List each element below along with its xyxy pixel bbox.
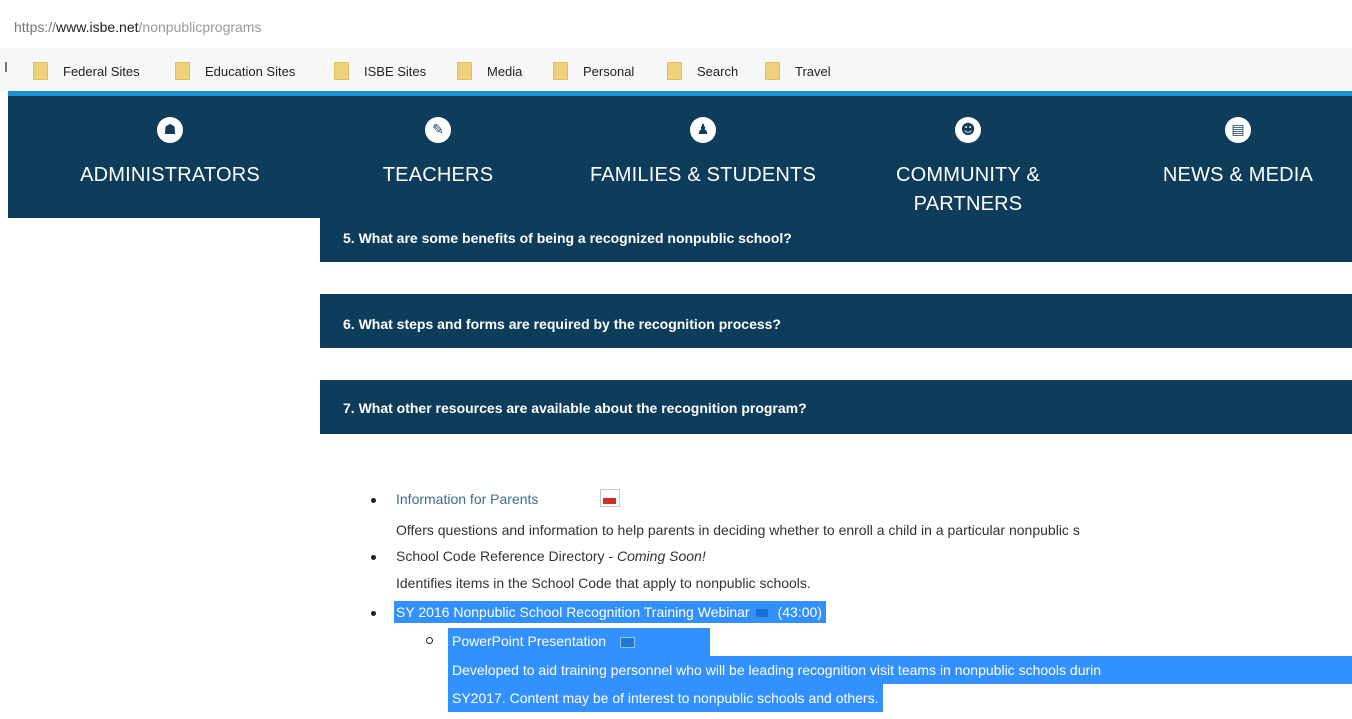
- folder-icon: [334, 62, 349, 80]
- faq-question-7[interactable]: 7. What other resources are available ab…: [320, 380, 1352, 434]
- url-path: /nonpublicprograms: [138, 19, 262, 35]
- webinar-link[interactable]: SY 2016 Nonpublic School Recognition Tra…: [396, 604, 750, 620]
- nav-community-partners[interactable]: ☻ COMMUNITY & PARTNERS: [868, 96, 1068, 218]
- school-code-directory-item: School Code Reference Directory - Coming…: [396, 548, 706, 564]
- address-bar[interactable]: https://www.isbe.net/nonpublicprograms: [0, 0, 1352, 49]
- list-bullet: [371, 498, 376, 503]
- folder-icon: [553, 62, 568, 80]
- bookmark-personal[interactable]: Personal: [553, 61, 634, 81]
- newspaper-icon: ▤: [1225, 117, 1251, 143]
- nav-label: ADMINISTRATORS: [80, 164, 260, 186]
- webinar-item: SY 2016 Nonpublic School Recognition Tra…: [394, 601, 826, 623]
- folder-icon: [33, 62, 48, 80]
- bookmark-label: Education Sites: [205, 63, 296, 79]
- bookmark-education-sites[interactable]: Education Sites: [175, 61, 295, 81]
- bookmark-label: Federal Sites: [63, 63, 140, 79]
- group-icon: ☻: [955, 117, 981, 143]
- nav-label: TEACHERS: [382, 164, 494, 186]
- information-for-parents-link[interactable]: Information for Parents: [396, 491, 538, 507]
- nav-teachers[interactable]: ✎ TEACHERS: [348, 96, 528, 218]
- faq-question-5[interactable]: 5. What are some benefits of being a rec…: [320, 218, 1352, 262]
- bookmark-federal-sites[interactable]: Federal Sites: [33, 61, 140, 81]
- family-icon: ♟: [690, 117, 716, 143]
- bookmark-label: Personal: [583, 63, 635, 79]
- nav-label: FAMILIES & STUDENTS: [589, 164, 817, 186]
- resource-description: SY2017. Content may be of interest to no…: [448, 684, 883, 712]
- url-host: www.isbe.net: [56, 19, 139, 35]
- bookmark-isbe-sites[interactable]: ISBE Sites: [334, 61, 426, 81]
- folder-icon: [765, 62, 780, 80]
- folder-icon: [457, 62, 472, 80]
- resource-description: Identifies items in the School Code that…: [396, 575, 811, 591]
- folder-icon: [667, 62, 682, 80]
- bookmark-travel[interactable]: Travel: [765, 61, 831, 81]
- folder-icon: [175, 62, 190, 80]
- faq-question-text: 7. What other resources are available ab…: [343, 400, 807, 416]
- powerpoint-icon: [620, 636, 636, 648]
- resource-description: Developed to aid training personnel who …: [448, 656, 1352, 684]
- nav-label: NEWS & MEDIA: [1162, 164, 1314, 186]
- bookmark-search[interactable]: Search: [667, 61, 738, 81]
- nav-families-students[interactable]: ♟ FAMILIES & STUDENTS: [578, 96, 828, 218]
- powerpoint-link[interactable]: PowerPoint Presentation: [452, 633, 606, 649]
- bookmark-label: ISBE Sites: [364, 63, 427, 79]
- nav-label-line1: COMMUNITY &: [895, 164, 1041, 186]
- nav-label-line2: PARTNERS: [913, 193, 1023, 215]
- list-bullet: [371, 555, 376, 560]
- powerpoint-item: PowerPoint Presentation: [448, 628, 710, 656]
- nav-administrators[interactable]: ☗ ADMINISTRATORS: [60, 96, 280, 218]
- faq-question-text: 6. What steps and forms are required by …: [343, 316, 781, 332]
- faq-question-text: 5. What are some benefits of being a rec…: [343, 230, 792, 246]
- bookmark-label: Travel: [795, 63, 831, 79]
- video-icon: [755, 609, 768, 618]
- user-icon: ☗: [157, 117, 183, 143]
- bookmarks-overflow-edge: [5, 62, 7, 72]
- pdf-icon: [600, 489, 620, 507]
- bookmark-label: Search: [697, 63, 739, 79]
- webinar-duration: (43:00): [777, 604, 822, 620]
- nav-news-media[interactable]: ▤ NEWS & MEDIA: [1138, 96, 1338, 218]
- resource-title: School Code Reference Directory -: [396, 548, 617, 564]
- site-nav: ☗ ADMINISTRATORS ✎ TEACHERS ♟ FAMILIES &…: [8, 96, 1352, 218]
- list-bullet: [371, 611, 376, 616]
- url-text[interactable]: https://www.isbe.net/nonpublicprograms: [14, 19, 261, 35]
- coming-soon-note: Coming Soon!: [617, 548, 706, 564]
- teacher-icon: ✎: [425, 117, 451, 143]
- resource-description: Offers questions and information to help…: [396, 522, 1080, 538]
- bookmark-label: Media: [487, 63, 523, 79]
- faq-question-6[interactable]: 6. What steps and forms are required by …: [320, 294, 1352, 348]
- url-scheme: https://: [14, 19, 57, 35]
- bookmark-media[interactable]: Media: [457, 61, 522, 81]
- sub-list-bullet: [426, 637, 433, 644]
